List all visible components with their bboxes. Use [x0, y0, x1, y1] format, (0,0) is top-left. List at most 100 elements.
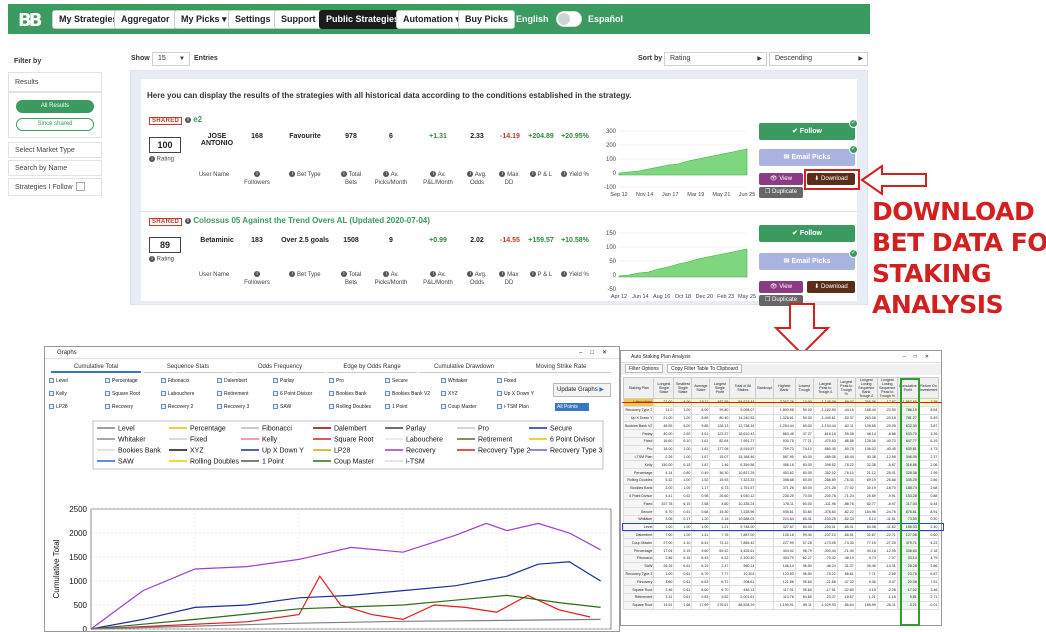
staking-plan-checkbox[interactable]: LP28 — [49, 404, 68, 410]
table-row[interactable]: Bookies Bank 3.00 1.00 1.17 6.73 1,751.57 371.… — [622, 483, 940, 493]
strategy-title[interactable]: i e2 — [185, 115, 202, 124]
download-button[interactable]: ⬇ Download — [807, 281, 855, 293]
staking-plan-checkbox[interactable]: 1 Point — [385, 404, 408, 410]
strategy-title[interactable]: i Colossus 05 Against the Trend Overs AL… — [185, 216, 430, 225]
staking-plan-checkbox[interactable]: Recovery — [105, 404, 133, 410]
staking-plan-checkbox[interactable]: Percentage — [105, 378, 138, 384]
staking-plan-checkbox[interactable]: Whitaker — [441, 378, 468, 384]
table-row[interactable]: Rolling Doubles 5.32 1.00 1.52 15.93 7,323.33… — [622, 475, 940, 485]
table-row[interactable]: Kelly 150.00 6.15 1.87 1.46 6,359.58 456.18 60.… — [622, 460, 940, 470]
table-row[interactable]: Recovery 3.60 0.61 6.63 6.72 208.61 121.66 95.6… — [622, 577, 940, 587]
column-header[interactable]: Largest Peak to Trough % — [836, 377, 856, 399]
all-results-button[interactable]: All Results — [16, 100, 94, 113]
staking-plan-checkbox[interactable]: Parlay — [273, 378, 294, 384]
user-name-value[interactable]: Betaminic — [197, 237, 237, 244]
tab-cumulative-total[interactable]: Cumulative Total — [51, 361, 141, 373]
staking-plan-checkbox[interactable]: Coup Master — [441, 404, 477, 410]
nav-automation[interactable]: Automation ▾ — [396, 10, 468, 29]
follow-checkbox[interactable] — [76, 182, 85, 191]
brand-logo[interactable]: BB — [18, 10, 50, 31]
staking-plan-checkbox[interactable]: Secure — [385, 378, 408, 384]
view-button[interactable]: 👁 View — [759, 173, 803, 185]
tab-cumulative-drawdown[interactable]: Cumulative Drawdown — [419, 361, 509, 373]
table-row[interactable]: SAW 26.26 6.61 6.19 2.47 960.14 146.14 96.50 -46… — [622, 561, 940, 571]
staking-plan-checkbox[interactable]: Level — [49, 378, 68, 384]
table-row[interactable]: Retirement 3.31 0.61 0.83 9.52 2,001.61 113.78… — [622, 592, 940, 602]
table-row[interactable]: Square Root 2.46 0.61 8.60 6.70 448.13 117.01 9… — [622, 585, 940, 594]
table-row[interactable]: Percentage 17.04 6.15 9.80 69.42 4,425.61 404.… — [622, 546, 940, 555]
staking-plan-checkbox[interactable]: i-TSM Plan — [497, 404, 529, 410]
user-name-value[interactable]: JOSE ANTONIO — [197, 133, 237, 147]
column-header[interactable]: Largest Peak to Trough £ — [812, 377, 838, 399]
staking-plan-checkbox[interactable]: Rolling Doubles — [329, 404, 371, 410]
column-header[interactable]: Lowest Trough — [794, 377, 814, 399]
follow-button[interactable]: ✔ Follow — [759, 225, 855, 242]
table-row[interactable]: Parlay 40.00 2.50 4.61 123.37 18,610.43 863.48… — [622, 429, 940, 438]
table-row[interactable]: Recovery Type 2 11.0 1.00 8.90 99.80 9,098.07… — [622, 405, 940, 415]
staking-plan-checkbox[interactable]: Dalembert — [217, 378, 247, 384]
staking-plan-checkbox[interactable]: Labouchere — [161, 391, 194, 397]
filter-options-button[interactable]: Filter Options — [625, 364, 663, 373]
staking-plan-checkbox[interactable]: Recovery 2 — [161, 404, 193, 410]
window-controls[interactable]: –□✕ — [903, 351, 937, 363]
table-row[interactable]: Fixed 16.60 6.10 1.61 82.64 7,991.27 930.75 77.… — [622, 436, 940, 446]
column-header[interactable]: Staking Plan — [622, 377, 655, 399]
table-row[interactable]: 6 Point Divisor 4.41 0.52 0.98 26.60 4,040.12… — [622, 491, 940, 501]
table-row[interactable]: Up X Down Y 21.00 1.00 8.89 80.40 14,240.53 1,… — [622, 413, 940, 423]
nav-my-picks[interactable]: My Picks ▾ — [174, 10, 234, 29]
table-row[interactable]: Bookies Bank V2 48.59 5.00 9.85 128.13 12,738… — [622, 421, 940, 431]
column-header[interactable]: Longest Losing Sequence Bank Trough £ — [854, 377, 878, 399]
column-header[interactable]: Smallest Single Stake — [673, 377, 693, 399]
column-header[interactable]: Total of All Stakes — [729, 377, 757, 399]
market-type-select[interactable]: Select Market Type — [8, 142, 102, 158]
copy-table-button[interactable]: Copy Filter Table To Clipboard — [667, 364, 742, 373]
staking-plan-checkbox[interactable]: Kelly — [49, 391, 67, 397]
staking-plan-checkbox[interactable]: Up X Down Y — [497, 391, 534, 397]
table-row[interactable]: Square Root 14.91 1.66 17.69 276.61 88,528.29… — [622, 600, 940, 610]
email-picks-button[interactable]: ✉ Email Picks — [759, 253, 855, 270]
lang-english[interactable]: English — [516, 14, 549, 24]
table-row[interactable]: Percentage 4.14 0.80 0.49 36.30 10,837.29 453.… — [622, 468, 940, 477]
column-header[interactable]: Average Stake — [691, 377, 711, 399]
tab-edge-by-odds[interactable]: Edge by Odds Range — [327, 361, 417, 373]
staking-plan-checkbox[interactable]: Pro — [329, 378, 344, 384]
nav-support[interactable]: Support — [274, 10, 323, 29]
email-picks-button[interactable]: ✉ Email Picks — [759, 149, 855, 166]
staking-plan-checkbox[interactable]: Bookies Bank — [329, 391, 367, 397]
staking-plan-checkbox[interactable]: Retirement — [217, 391, 248, 397]
update-graphs-button[interactable]: Update Graphs ▶ — [553, 383, 611, 397]
lang-spanish[interactable]: Español — [588, 14, 623, 24]
tab-sequence-stats[interactable]: Sequence Stats — [143, 361, 233, 373]
tab-moving-strike-rate[interactable]: Moving Strike Rate — [511, 361, 611, 373]
table-row[interactable]: Dalembert 7.00 1.00 1.41 7.76 7,887.00 135.18 9… — [622, 530, 940, 540]
column-header[interactable]: Largest Single Profit — [709, 377, 731, 399]
table-row[interactable]: Recovery Type 3 1.00 0.61 6.70 7.77 10,303 123… — [622, 569, 940, 579]
staking-plan-checkbox[interactable]: 6 Point Divisor — [273, 391, 312, 397]
table-row[interactable]: Pro 18.00 1.00 1.81 177.08 8,919.57 709.73 74.1… — [622, 444, 940, 454]
staking-plan-checkbox[interactable]: SAW — [273, 404, 291, 410]
nav-aggregator[interactable]: Aggregator — [114, 10, 177, 29]
table-row[interactable]: Secure 5.70 0.51 0.68 15.30 7,228.96 936.61 53.… — [622, 507, 940, 516]
follow-button[interactable]: ✔ Follow — [759, 123, 855, 140]
column-header[interactable]: Bankrupt — [755, 377, 774, 399]
table-row[interactable]: Fixed 157.78 6.15 2.58 4.80 10,335.24 176.11 60… — [622, 499, 940, 509]
view-button[interactable]: 👁 View — [759, 281, 803, 293]
show-entries-select[interactable]: 15 ▼ — [152, 52, 190, 66]
tab-odds-frequency[interactable]: Odds Frequency — [235, 361, 325, 373]
table-row[interactable]: i-TSM Plan 2.26 1.00 1.67 15.07 15,168.46 567.… — [622, 452, 940, 462]
staking-plan-checkbox[interactable]: Recovery 3 — [217, 404, 249, 410]
nav-settings[interactable]: Settings — [228, 10, 278, 29]
language-toggle[interactable] — [556, 11, 582, 27]
staking-plan-checkbox[interactable]: Fibonacci — [161, 378, 189, 384]
window-controls[interactable]: –□✕ — [579, 347, 615, 359]
search-name-input[interactable]: Search by Name — [8, 160, 102, 176]
since-shared-button[interactable]: Since shared — [16, 118, 94, 131]
staking-plan-checkbox[interactable]: Bookies Bank V2 — [385, 391, 430, 397]
duplicate-button[interactable]: ❐ Duplicate — [759, 187, 803, 198]
points-select[interactable]: All Points — [555, 403, 589, 411]
staking-plan-checkbox[interactable]: XYZ — [441, 391, 458, 397]
sort-order-select[interactable]: Descending ▶ — [769, 52, 868, 66]
staking-plan-checkbox[interactable]: Fixed — [497, 378, 516, 384]
table-row[interactable]: Coup Master 27.00 4.10 8.41 73.12 7,865.42 227… — [622, 538, 940, 548]
column-header[interactable]: Highest Bank — [772, 377, 796, 399]
